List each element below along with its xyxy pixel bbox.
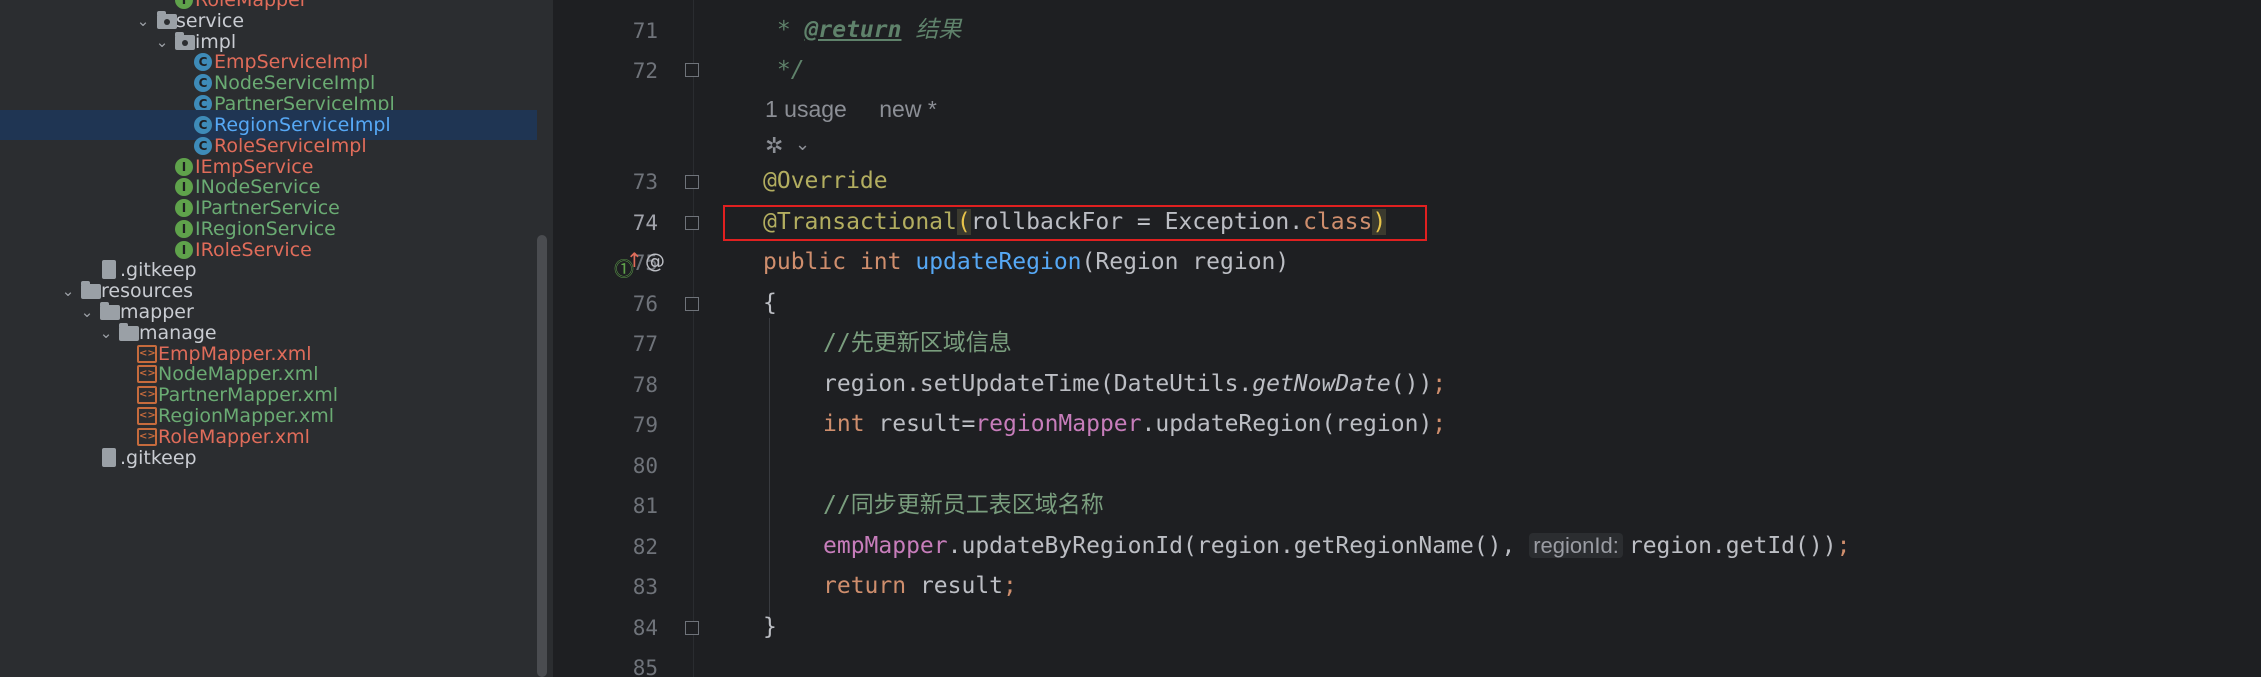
- line-number: 71: [632, 19, 658, 43]
- tree-item-gitkeep-2[interactable]: .gitkeep: [0, 443, 537, 473]
- project-tree: I RoleMapper ⌄ service ⌄ impl C EmpServi…: [0, 0, 553, 677]
- file-icon: [102, 448, 116, 467]
- chevron-down-icon[interactable]: ⌄: [795, 134, 810, 155]
- editor-gutter: 71 72 73 74 75 76 77 78 79 80 81 82 83 8…: [553, 0, 693, 677]
- fold-marker-icon[interactable]: [685, 175, 699, 189]
- line-number: 78: [632, 373, 658, 397]
- line-number: 81: [632, 494, 658, 518]
- code-line-71[interactable]: * @return 结果: [763, 14, 962, 46]
- line-number: 84: [632, 616, 658, 640]
- code-line-81[interactable]: //同步更新员工表区域名称: [823, 489, 1104, 521]
- arrow-up-icon[interactable]: ↑: [626, 248, 643, 272]
- fold-line: [693, 0, 694, 677]
- code-line-79[interactable]: int result=regionMapper.updateRegion(reg…: [823, 408, 1446, 440]
- at-annotation-icon[interactable]: @: [645, 249, 665, 273]
- parameter-hint: regionId:: [1529, 533, 1623, 558]
- code-line-84[interactable]: }: [763, 611, 777, 643]
- line-number: 73: [632, 170, 658, 194]
- highlight-annotation-box: [723, 205, 1427, 241]
- ai-assist-icon[interactable]: ✲: [765, 134, 783, 159]
- fold-marker-icon[interactable]: [685, 63, 699, 77]
- tree-scrollbar[interactable]: [537, 235, 547, 677]
- line-number: 85: [632, 656, 658, 677]
- code-line-82[interactable]: empMapper.updateByRegionId(region.getReg…: [823, 530, 1850, 562]
- line-number: 72: [632, 59, 658, 83]
- line-number: 82: [632, 535, 658, 559]
- code-line-76[interactable]: {: [763, 287, 777, 319]
- fold-marker-icon[interactable]: [685, 297, 699, 311]
- code-vision-actions[interactable]: ✲ ⌄: [765, 132, 825, 160]
- line-number-current: 74: [632, 211, 658, 235]
- usages-link[interactable]: 1 usage: [765, 96, 847, 122]
- fold-marker-icon[interactable]: [685, 621, 699, 635]
- line-number: 80: [632, 454, 658, 478]
- author-hint[interactable]: new *: [879, 96, 937, 122]
- line-number: 79: [632, 413, 658, 437]
- code-editor[interactable]: 71 72 73 74 75 76 77 78 79 80 81 82 83 8…: [553, 0, 2261, 677]
- line-number: 75: [632, 251, 658, 275]
- code-vision: 1 usage new *: [765, 96, 963, 123]
- code-line-75[interactable]: public int updateRegion(Region region): [763, 246, 1289, 278]
- fold-marker-icon[interactable]: [685, 216, 699, 230]
- code-line-83[interactable]: return result;: [823, 570, 1017, 602]
- code-line-78[interactable]: region.setUpdateTime(DateUtils.getNowDat…: [823, 368, 1446, 400]
- line-number: 83: [632, 575, 658, 599]
- code-line-72[interactable]: */: [763, 54, 805, 86]
- tree-item-label: .gitkeep: [120, 447, 197, 469]
- line-number: 76: [632, 292, 658, 316]
- code-line-77[interactable]: //先更新区域信息: [823, 327, 1012, 359]
- line-number: 77: [632, 332, 658, 356]
- indent-guide: [769, 318, 770, 622]
- code-line-73[interactable]: @Override: [763, 165, 888, 197]
